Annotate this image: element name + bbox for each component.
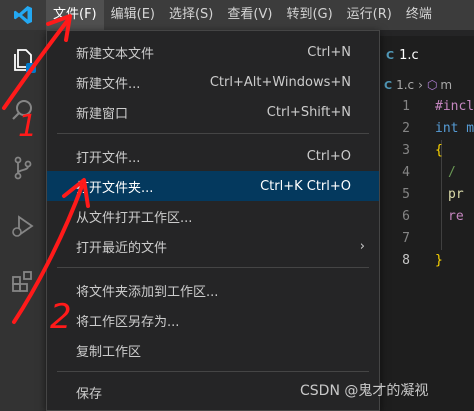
line-number: 4 xyxy=(402,165,410,180)
breadcrumb-symbol[interactable]: m xyxy=(440,78,452,92)
line-number: 7 xyxy=(402,231,410,246)
menu-item-new-text-file[interactable]: 新建文本文件 Ctrl+N xyxy=(47,37,379,67)
menu-item-shortcut: Ctrl+O xyxy=(306,148,351,164)
code-line: 8 } xyxy=(380,250,474,272)
menu-item-label: 复制工作区 xyxy=(76,344,142,360)
code-line: 4 / xyxy=(380,162,474,184)
menu-item-open-folder[interactable]: 打开文件夹... Ctrl+K Ctrl+O xyxy=(47,171,379,201)
code-text: int m xyxy=(435,121,474,136)
extensions-icon[interactable] xyxy=(9,268,37,296)
vscode-logo-icon xyxy=(0,0,46,30)
tab-1c[interactable]: C 1.c xyxy=(380,36,474,74)
menu-separator xyxy=(57,133,369,134)
breadcrumb[interactable]: C 1.c › ⬡ m xyxy=(380,74,474,96)
code-line: 3 { xyxy=(380,140,474,162)
menu-item-label: 保存 xyxy=(76,386,103,402)
code-text: { xyxy=(435,143,443,158)
code-text: re xyxy=(448,209,464,224)
menu-item-label: 将工作区另存为... xyxy=(76,314,180,330)
menu-item-save-workspace-as[interactable]: 将工作区另存为... xyxy=(47,305,379,335)
run-debug-icon[interactable] xyxy=(9,212,37,240)
c-file-icon: C xyxy=(384,78,393,92)
menu-bar: 文件(F) 编辑(E) 选择(S) 查看(V) 转到(G) 运行(R) 终端 xyxy=(0,0,474,30)
line-number: 5 xyxy=(402,187,410,202)
menu-item-label: 新建文本文件 xyxy=(76,46,155,62)
menu-item-label: 将文件夹添加到工作区... xyxy=(76,284,219,300)
menu-item-label: 打开文件... xyxy=(76,150,141,166)
menu-run[interactable]: 运行(R) xyxy=(340,0,399,30)
menu-item-duplicate-workspace[interactable]: 复制工作区 xyxy=(47,335,379,365)
code-text: #incl xyxy=(435,99,474,114)
code-line: 6 re xyxy=(380,206,474,228)
menu-view[interactable]: 查看(V) xyxy=(220,0,279,30)
menu-item-new-file[interactable]: 新建文件... Ctrl+Alt+Windows+N xyxy=(47,67,379,97)
code-line: 7 xyxy=(380,228,474,250)
code-text: pr xyxy=(448,187,464,202)
menu-go[interactable]: 转到(G) xyxy=(279,0,339,30)
menu-item-new-window[interactable]: 新建窗口 Ctrl+Shift+N xyxy=(47,97,379,127)
menu-item-shortcut: Ctrl+Shift+N xyxy=(266,104,351,120)
chevron-right-icon: › xyxy=(418,78,423,92)
line-number: 3 xyxy=(402,143,410,158)
menu-item-shortcut: Ctrl+N xyxy=(307,44,351,60)
watermark: CSDN @鬼才的凝视 xyxy=(300,383,429,399)
code-line: 2 int m xyxy=(380,118,474,140)
chevron-right-icon: › xyxy=(359,238,365,254)
menu-item-label: 打开最近的文件 xyxy=(76,240,168,256)
line-number: 1 xyxy=(402,99,410,114)
menu-terminal[interactable]: 终端 xyxy=(399,0,439,30)
source-control-icon[interactable] xyxy=(9,154,37,182)
menu-item-label: 新建文件... xyxy=(76,76,141,92)
menu-item-open-file[interactable]: 打开文件... Ctrl+O xyxy=(47,141,379,171)
menu-file[interactable]: 文件(F) xyxy=(46,0,104,30)
code-editor[interactable]: 1 #incl 2 int m 3 { 4 / 5 pr 6 re 7 8 } xyxy=(380,96,474,411)
line-number: 6 xyxy=(402,209,410,224)
menu-selection[interactable]: 选择(S) xyxy=(162,0,220,30)
file-menu-dropdown: 新建文本文件 Ctrl+N 新建文件... Ctrl+Alt+Windows+N… xyxy=(46,30,380,411)
menu-item-add-folder-to-workspace[interactable]: 将文件夹添加到工作区... xyxy=(47,275,379,305)
line-number: 8 xyxy=(402,253,410,268)
menu-item-shortcut: Ctrl+K Ctrl+O xyxy=(260,178,351,194)
explorer-icon[interactable] xyxy=(9,46,37,74)
menu-separator xyxy=(57,371,369,372)
c-file-icon: C xyxy=(386,48,395,62)
menu-item-shortcut: Ctrl+Alt+Windows+N xyxy=(209,74,351,90)
menu-item-open-workspace[interactable]: 从文件打开工作区... xyxy=(47,201,379,231)
symbol-method-icon: ⬡ xyxy=(426,78,438,92)
tab-label: 1.c xyxy=(399,47,419,63)
menu-item-label: 打开文件夹... xyxy=(76,180,154,196)
menu-item-label: 新建窗口 xyxy=(76,106,129,122)
code-line: 1 #incl xyxy=(380,96,474,118)
breadcrumb-file[interactable]: 1.c xyxy=(396,78,414,92)
code-text: } xyxy=(435,253,443,268)
menu-edit[interactable]: 编辑(E) xyxy=(104,0,162,30)
line-number: 2 xyxy=(402,121,410,136)
code-text: / xyxy=(448,165,456,180)
menu-item-open-recent[interactable]: 打开最近的文件 › xyxy=(47,231,379,261)
menu-item-label: 从文件打开工作区... xyxy=(76,210,193,226)
menu-separator xyxy=(57,267,369,268)
editor-tab-bar: C 1.c xyxy=(380,30,474,74)
search-icon[interactable] xyxy=(9,96,37,124)
activity-bar xyxy=(0,30,46,411)
code-line: 5 pr xyxy=(380,184,474,206)
